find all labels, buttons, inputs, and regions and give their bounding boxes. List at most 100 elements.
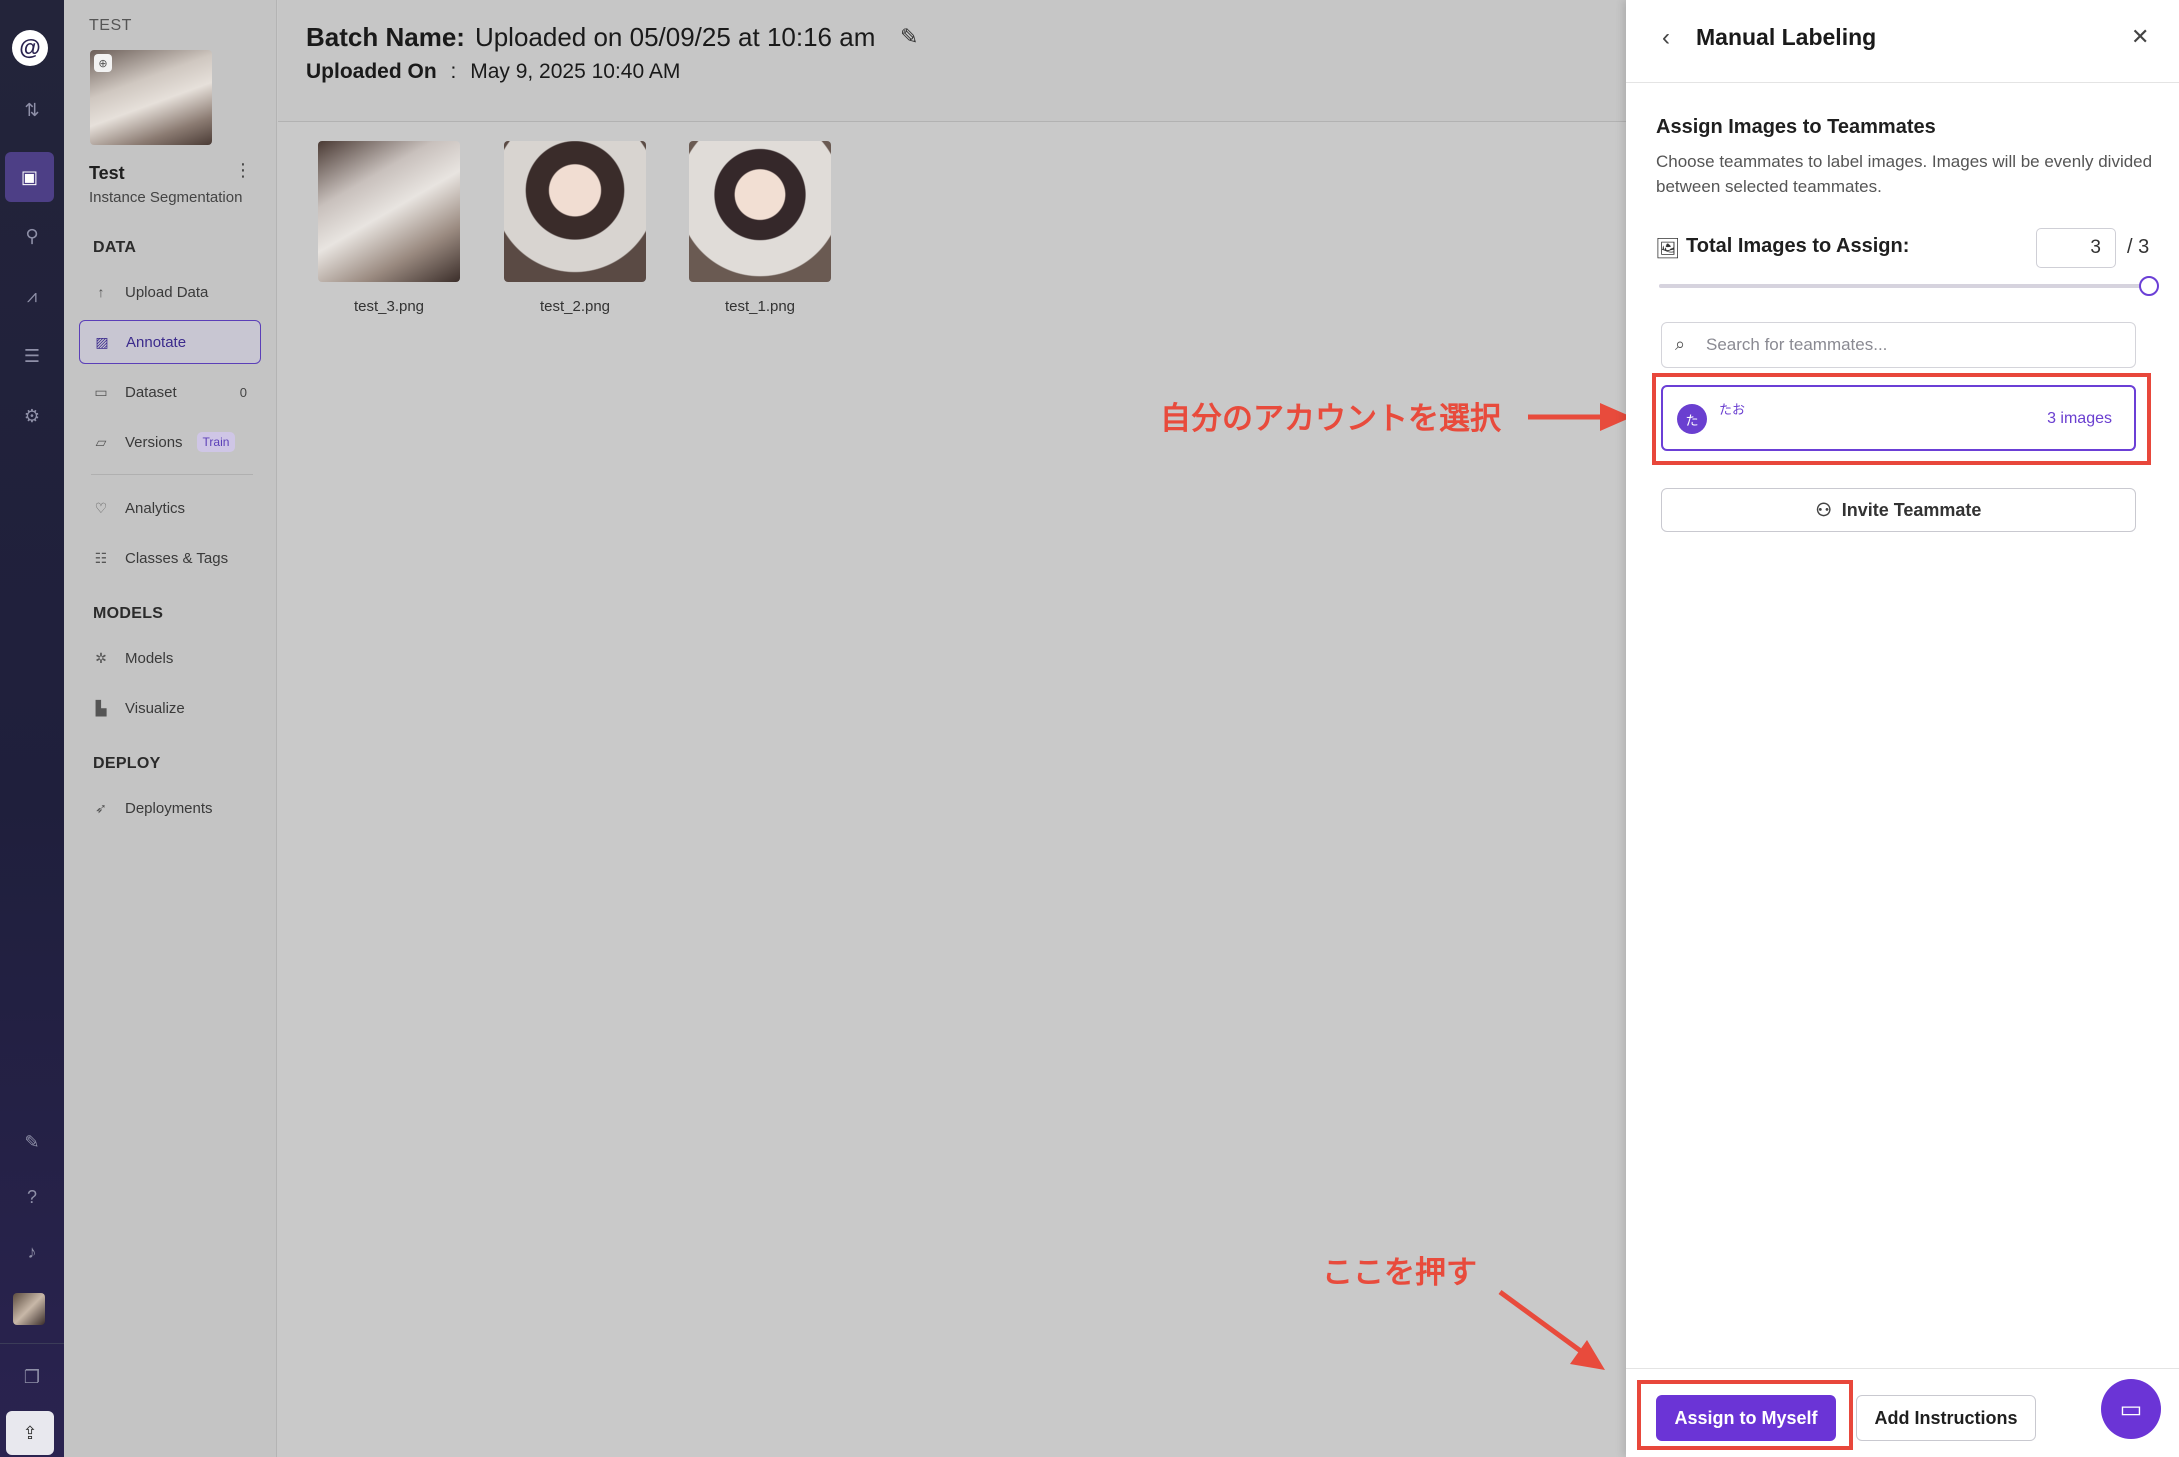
slider-thumb[interactable] — [2139, 276, 2159, 296]
invite-label: Invite Teammate — [1841, 499, 1982, 520]
panel-header: ‹ Manual Labeling ✕ — [1626, 0, 2179, 83]
batch-title: Batch Name: Uploaded on 05/09/25 at 10:16… — [306, 22, 875, 53]
uploaded-label: Uploaded On — [306, 60, 437, 83]
annotation-press-here: ここを押す — [1322, 1255, 1477, 1291]
nav-annotate[interactable]: ▨ Annotate — [79, 320, 261, 364]
nav-deployments[interactable]: ➶ Deployments — [79, 786, 261, 830]
total-images-label: Total Images to Assign: — [1686, 235, 1910, 257]
arrow-to-teammate — [1528, 403, 1632, 431]
app-logo[interactable]: @ — [12, 30, 48, 66]
list-icon: ☷ — [94, 549, 108, 566]
teammate-search[interactable]: ⌕ — [1661, 322, 2136, 368]
image-card[interactable]: test_2.png — [504, 141, 646, 315]
section-data: DATA — [93, 239, 137, 256]
image-icon: 🖼 — [1655, 238, 1681, 260]
transfer-icon[interactable]: ⇅ — [0, 88, 64, 132]
globe-icon: ⊕ — [94, 54, 112, 72]
batch-label: Batch Name: — [306, 22, 465, 52]
uploaded-on: Uploaded On : May 9, 2025 10:40 AM — [306, 60, 680, 84]
total-images-input[interactable] — [2036, 228, 2116, 268]
network-icon: ✲ — [95, 649, 107, 666]
nav-dataset[interactable]: ▭ Dataset 0 — [79, 370, 261, 414]
nav-label: Visualize — [125, 699, 185, 717]
arrow-up-icon: ↑ — [97, 284, 105, 300]
image-card[interactable]: test_1.png — [689, 141, 831, 315]
project-type: Instance Segmentation — [89, 189, 243, 206]
uploaded-value: May 9, 2025 10:40 AM — [470, 60, 681, 83]
batch-header: Batch Name: Uploaded on 05/09/25 at 10:16… — [278, 0, 1626, 122]
help-icon[interactable]: ? — [0, 1175, 64, 1219]
image-card[interactable]: test_3.png — [318, 141, 460, 315]
nav-label: Classes & Tags — [125, 549, 229, 567]
inbox-icon[interactable]: ▣ — [5, 152, 54, 202]
nav-label: Models — [125, 649, 174, 667]
image-icon: ▭ — [94, 383, 108, 400]
close-icon[interactable]: ✕ — [2131, 24, 2149, 50]
total-images-max: / 3 — [2127, 236, 2150, 258]
project-thumbnail[interactable]: ⊕ — [90, 50, 212, 145]
invite-teammate-button[interactable]: ⚇ Invite Teammate — [1661, 488, 2136, 532]
project-sidebar: TEST ⊕ Test ⋮ Instance Segmentation DATA… — [64, 0, 277, 1457]
nav-models[interactable]: ✲ Models — [79, 636, 261, 680]
bell-icon[interactable]: ♪ — [0, 1230, 64, 1274]
nav-versions[interactable]: ▱ Versions Train — [79, 420, 261, 464]
train-badge: Train — [196, 432, 236, 452]
nav-upload-data[interactable]: ↑ Upload Data — [79, 270, 261, 314]
image-filename: test_3.png — [353, 298, 425, 315]
search-icon: ⌕ — [1675, 334, 1686, 354]
highlight-assign-button — [1637, 1380, 1853, 1450]
settings-icon[interactable]: ⚙ — [0, 394, 64, 438]
nav-label: Versions — [125, 433, 183, 451]
chart-icon[interactable]: ⩘ — [0, 274, 64, 318]
nav-label: Deployments — [125, 799, 213, 817]
slider-fill — [1659, 284, 2149, 288]
arrow-to-assign-button — [1498, 1289, 1605, 1370]
image-thumbnail[interactable] — [318, 141, 460, 282]
bar-chart-icon: ▙ — [95, 699, 107, 716]
nav-analytics[interactable]: ♡ Analytics — [79, 486, 261, 530]
annotate-icon: ▨ — [95, 333, 109, 350]
nav-label: Dataset — [125, 383, 177, 401]
upload-icon[interactable]: ⇪ — [6, 1411, 54, 1455]
add-instructions-button[interactable]: Add Instructions — [1856, 1395, 2036, 1441]
image-thumbnail[interactable] — [689, 141, 831, 282]
kebab-menu-icon[interactable]: ⋮ — [234, 160, 252, 181]
assign-heading: Assign Images to Teammates — [1656, 116, 1936, 138]
image-filename: test_2.png — [539, 298, 611, 315]
user-plus-icon: ⚇ — [1815, 499, 1832, 520]
batch-name: Uploaded on 05/09/25 at 10:16 am — [474, 22, 876, 52]
docs-icon[interactable]: ❐ — [0, 1355, 64, 1399]
nav-visualize[interactable]: ▙ Visualize — [79, 686, 261, 730]
workflow-icon[interactable]: ⚲ — [0, 214, 64, 258]
versions-icon: ▱ — [95, 433, 107, 450]
panel-title: Manual Labeling — [1696, 24, 1877, 50]
workspace-label: TEST — [89, 17, 132, 34]
highlight-teammate — [1652, 373, 2151, 465]
project-name: Test — [89, 163, 125, 183]
nav-divider — [91, 474, 253, 475]
search-input[interactable] — [1706, 323, 2126, 367]
manual-labeling-panel: ‹ Manual Labeling ✕ Assign Images to Tea… — [1626, 0, 2179, 1457]
rocket-icon: ➶ — [95, 799, 107, 816]
pencil-icon[interactable]: ✎ — [900, 24, 918, 50]
database-icon[interactable]: ☰ — [0, 334, 64, 378]
chevron-left-icon[interactable]: ‹ — [1662, 24, 1670, 52]
nav-classes-tags[interactable]: ☷ Classes & Tags — [79, 536, 261, 580]
rocket-icon[interactable]: ✎ — [0, 1120, 64, 1164]
user-avatar[interactable] — [13, 1293, 45, 1325]
rail-divider — [0, 1343, 64, 1344]
heart-icon: ♡ — [94, 499, 108, 516]
images-slider[interactable] — [1659, 276, 2159, 296]
uploaded-sep: : — [450, 60, 457, 83]
image-filename: test_1.png — [724, 298, 796, 315]
section-models: MODELS — [93, 605, 164, 622]
nav-label: Annotate — [126, 333, 187, 351]
nav-label: Upload Data — [125, 283, 209, 301]
icon-rail: @ ⇅ ▣ ⚲ ⩘ ☰ ⚙ ✎ ? ♪ ❐ ⇪ — [0, 0, 64, 1457]
dataset-count: 0 — [239, 384, 247, 400]
chat-icon[interactable]: ▭ — [2101, 1379, 2161, 1439]
image-thumbnail[interactable] — [504, 141, 646, 282]
annotation-select-account: 自分のアカウントを選択 — [1160, 401, 1501, 437]
assign-description: Choose teammates to label images. Images… — [1656, 152, 2153, 196]
section-deploy: DEPLOY — [93, 755, 161, 772]
